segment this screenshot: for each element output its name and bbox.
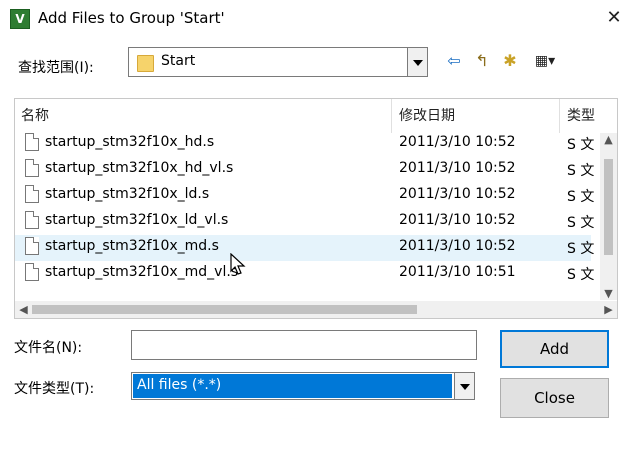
folder-icon [137,55,154,72]
file-date: 2011/3/10 10:52 [399,134,516,150]
column-divider[interactable] [559,99,560,133]
file-icon [25,159,39,177]
file-type: S 文 [567,267,595,283]
file-type: S 文 [567,189,595,205]
file-row[interactable]: startup_stm32f10x_hd_vl.s 2011/3/10 10:5… [15,157,595,183]
vertical-scrollbar[interactable]: ▲ ▼ [600,133,617,300]
filetype-value: All files (*.*) [137,377,222,393]
back-arrow-icon[interactable]: ⇦ [443,50,465,72]
look-in-select[interactable]: Start [128,47,428,77]
file-date: 2011/3/10 10:51 [399,264,516,280]
horizontal-scrollbar[interactable]: ◀ ▶ [15,301,617,318]
look-in-label: 查找范围(I): [18,60,94,76]
file-name: startup_stm32f10x_hd_vl.s [45,160,234,176]
scroll-right-icon[interactable]: ▶ [600,303,617,316]
filetype-select[interactable]: All files (*.*) [131,372,475,400]
look-in-value: Start [161,53,196,69]
app-icon: V [10,9,30,29]
file-name: startup_stm32f10x_ld.s [45,186,210,202]
column-header-name[interactable]: 名称 [21,99,49,133]
view-menu-icon[interactable]: ▦▾ [527,50,563,72]
file-date: 2011/3/10 10:52 [399,186,516,202]
new-folder-icon[interactable]: ✱ [499,50,521,72]
window-title: Add Files to Group 'Start' [38,9,225,27]
vertical-scroll-thumb[interactable] [604,159,613,255]
file-name: startup_stm32f10x_md_vl.s [45,264,239,280]
file-row[interactable]: startup_stm32f10x_md_vl.s 2011/3/10 10:5… [15,261,595,287]
close-button[interactable]: Close [500,378,609,418]
column-header-date[interactable]: 修改日期 [399,99,455,133]
file-name: startup_stm32f10x_ld_vl.s [45,212,229,228]
filename-label: 文件名(N): [14,340,83,356]
file-row[interactable]: startup_stm32f10x_hd.s 2011/3/10 10:52 S… [15,131,595,157]
sort-ascending-icon: ^ [198,98,209,108]
horizontal-scroll-thumb[interactable] [32,305,417,314]
column-header-type[interactable]: 类型 [567,99,595,133]
file-icon [25,263,39,281]
file-date: 2011/3/10 10:52 [399,238,516,254]
up-folder-icon[interactable]: ↰ [471,50,493,72]
file-row-hovered[interactable]: startup_stm32f10x_md.s 2011/3/10 10:52 S… [15,235,595,261]
file-name: startup_stm32f10x_md.s [45,238,219,254]
file-type: S 文 [567,241,595,257]
file-row[interactable]: startup_stm32f10x_ld.s 2011/3/10 10:52 S… [15,183,595,209]
add-button[interactable]: Add [500,330,609,368]
title-bar: V Add Files to Group 'Start' ✕ [0,0,634,38]
filename-input[interactable] [131,330,477,360]
file-date: 2011/3/10 10:52 [399,212,516,228]
file-icon [25,211,39,229]
file-name: startup_stm32f10x_hd.s [45,134,215,150]
file-list[interactable]: ^ 名称 修改日期 类型 startup_stm32f10x_hd.s 2011… [14,98,618,319]
scroll-up-icon[interactable]: ▲ [600,133,617,146]
scroll-left-icon[interactable]: ◀ [15,303,32,316]
file-icon [25,133,39,151]
file-type: S 文 [567,137,595,153]
mouse-pointer-icon [230,253,246,275]
column-divider[interactable] [391,99,392,133]
filetype-dropdown-button[interactable] [454,373,474,399]
close-window-icon[interactable]: ✕ [600,4,628,32]
file-date: 2011/3/10 10:52 [399,160,516,176]
file-type: S 文 [567,163,595,179]
file-type: S 文 [567,215,595,231]
filetype-label: 文件类型(T): [14,381,95,397]
file-row[interactable]: startup_stm32f10x_ld_vl.s 2011/3/10 10:5… [15,209,595,235]
look-in-dropdown-button[interactable] [407,48,427,76]
file-icon [25,185,39,203]
scroll-down-icon[interactable]: ▼ [600,287,617,300]
file-icon [25,237,39,255]
